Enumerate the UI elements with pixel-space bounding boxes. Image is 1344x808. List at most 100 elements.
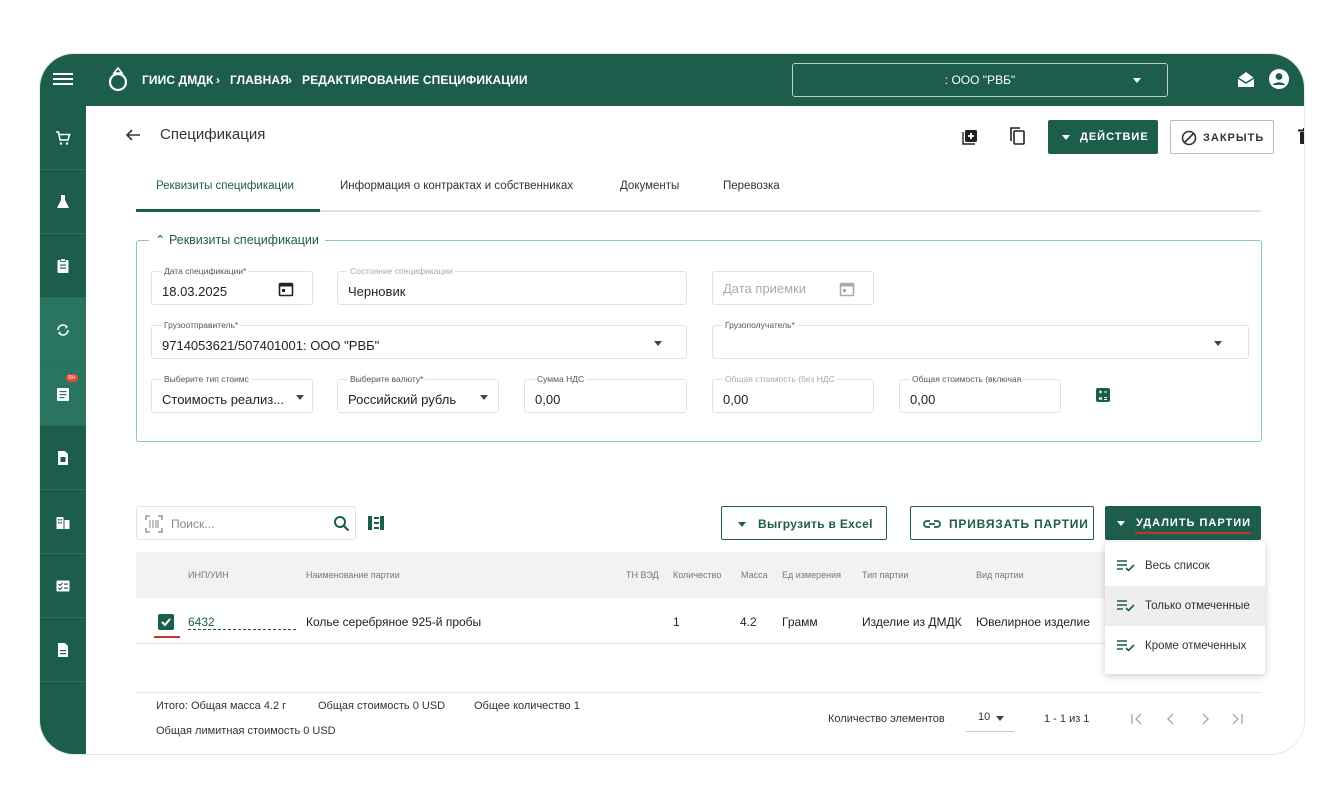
cart-icon bbox=[56, 131, 71, 145]
list-check-icon bbox=[1117, 640, 1135, 652]
sidebar-item-lab[interactable] bbox=[40, 170, 86, 234]
calendar-icon[interactable] bbox=[278, 281, 294, 297]
sidebar-item-document[interactable] bbox=[40, 426, 86, 490]
sidebar-item-specifications[interactable]: 99+ bbox=[40, 362, 86, 426]
mail-open-icon[interactable] bbox=[1236, 70, 1256, 90]
currency-label: Выберите валюту* bbox=[348, 374, 426, 384]
footer-limit-cost: Общая лимитная стоимость 0 USD bbox=[156, 725, 336, 737]
accept-date-field[interactable]: Дата приемки bbox=[712, 271, 874, 305]
search-icon[interactable] bbox=[333, 515, 350, 532]
first-page-icon[interactable] bbox=[1130, 712, 1144, 726]
col-header-tnved[interactable]: ТН ВЭД bbox=[626, 570, 659, 580]
cell-mass: 4.2 bbox=[740, 615, 757, 629]
notification-badge: 99+ bbox=[66, 374, 78, 382]
col-header-kind[interactable]: Вид партии bbox=[976, 570, 1024, 580]
shipper-value: 9714053621/507401001: ООО "РВБ" bbox=[162, 338, 380, 353]
col-header-inp[interactable]: ИНП/УИН bbox=[188, 570, 229, 580]
sync-icon bbox=[57, 324, 69, 336]
trash-icon[interactable] bbox=[1298, 128, 1304, 145]
top-bar: ГИИС ДМДК › ГЛАВНАЯ › РЕДАКТИРОВАНИЕ СПЕ… bbox=[40, 54, 1304, 106]
caret-down-icon bbox=[1062, 135, 1070, 140]
row-checkbox[interactable] bbox=[158, 614, 174, 630]
caret-down-icon bbox=[1214, 341, 1222, 346]
caret-down-icon bbox=[738, 522, 746, 527]
action-button[interactable]: ДЕЙСТВИЕ bbox=[1048, 120, 1158, 154]
col-header-mass[interactable]: Масса bbox=[741, 570, 768, 580]
cost-type-value: Стоимость реализ... bbox=[162, 392, 285, 407]
last-page-icon[interactable] bbox=[1230, 712, 1244, 726]
breadcrumb-current: РЕДАКТИРОВАНИЕ СПЕЦИФИКАЦИИ bbox=[302, 73, 528, 87]
shipper-select[interactable]: Грузоотправитель* 9714053621/507401001: … bbox=[151, 320, 687, 359]
currency-select[interactable]: Выберите валюту* Российский рубль bbox=[337, 374, 499, 413]
cost-type-label: Выберите тип стоимс bbox=[162, 374, 251, 384]
page-size-value: 10 bbox=[978, 711, 991, 723]
page-size-label: Количество элементов bbox=[828, 713, 945, 725]
page-size-select[interactable]: 10 bbox=[966, 704, 1014, 732]
col-header-type[interactable]: Тип партии bbox=[862, 570, 908, 580]
col-header-name[interactable]: Наименование партии bbox=[306, 570, 400, 580]
sidebar-item-buildings[interactable] bbox=[40, 490, 86, 554]
cell-inp-link[interactable]: 6432 bbox=[188, 615, 296, 630]
sidebar-item-clipboard[interactable] bbox=[40, 234, 86, 298]
breadcrumb-home[interactable]: ГЛАВНАЯ bbox=[230, 73, 289, 87]
sidebar-item-report[interactable] bbox=[40, 618, 86, 682]
menu-item-except-checked[interactable]: Кроме отмеченных bbox=[1105, 626, 1265, 666]
document-list-icon bbox=[57, 388, 69, 401]
accept-date-placeholder: Дата приемки bbox=[723, 281, 807, 296]
delete-batches-label: УДАЛИТЬ ПАРТИИ bbox=[1136, 517, 1252, 529]
add-copy-icon[interactable] bbox=[962, 127, 980, 145]
menu-icon[interactable] bbox=[53, 70, 73, 90]
column-settings-icon[interactable] bbox=[368, 516, 384, 530]
col-header-unit[interactable]: Ед измерения bbox=[782, 570, 841, 580]
tab-documents[interactable]: Документы bbox=[620, 180, 679, 192]
search-placeholder: Поиск... bbox=[171, 517, 215, 531]
block-icon bbox=[1181, 130, 1197, 146]
flask-icon bbox=[57, 195, 69, 208]
breadcrumb-root[interactable]: ГИИС ДМДК bbox=[142, 73, 213, 87]
menu-item-all-list[interactable]: Весь список bbox=[1105, 546, 1265, 586]
footer-total-mass: Итого: Общая масса 4.2 г bbox=[156, 700, 287, 712]
next-page-icon[interactable] bbox=[1198, 712, 1212, 726]
cell-kind: Ювелирное изделие bbox=[976, 615, 1090, 629]
col-header-qty[interactable]: Количество bbox=[673, 570, 721, 580]
consignee-select[interactable]: Грузополучатель* bbox=[712, 320, 1249, 359]
account-icon[interactable] bbox=[1268, 68, 1290, 90]
caret-down-icon bbox=[480, 395, 488, 400]
chevron-down-icon bbox=[1133, 78, 1141, 83]
total-with-vat-value: 0,00 bbox=[910, 392, 936, 407]
table-row[interactable]: 6432 Колье серебряное 925-й пробы 1 4.2 … bbox=[136, 598, 1261, 644]
caret-down-icon bbox=[996, 716, 1004, 721]
total-no-vat-value: 0,00 bbox=[723, 392, 749, 407]
export-excel-button[interactable]: Выгрузить в Excel bbox=[721, 506, 887, 540]
buildings-icon bbox=[56, 517, 70, 529]
total-with-vat-field[interactable]: Общая стоимость (включая 0,00 bbox=[899, 374, 1061, 413]
bind-batches-button[interactable]: ПРИВЯЗАТЬ ПАРТИИ bbox=[910, 506, 1094, 540]
calendar-icon[interactable] bbox=[839, 281, 855, 297]
footer-total-qty: Общее количество 1 bbox=[474, 700, 580, 712]
tab-transport[interactable]: Перевозка bbox=[723, 180, 780, 192]
menu-item-label: Только отмеченные bbox=[1145, 600, 1250, 612]
sidebar-item-checklist[interactable] bbox=[40, 554, 86, 618]
barcode-scan-icon[interactable] bbox=[145, 515, 163, 533]
search-input[interactable]: Поиск... bbox=[136, 506, 356, 540]
vat-sum-field[interactable]: Сумма НДС 0,00 bbox=[524, 374, 687, 413]
cost-type-select[interactable]: Выберите тип стоимс Стоимость реализ... bbox=[151, 374, 313, 413]
cell-qty: 1 bbox=[673, 615, 680, 629]
back-arrow-icon[interactable] bbox=[124, 126, 142, 144]
tab-spec-details[interactable]: Реквизиты спецификации bbox=[156, 180, 294, 192]
section-legend[interactable]: ⌃ Реквизиты спецификации bbox=[149, 232, 325, 247]
delete-batches-button[interactable]: УДАЛИТЬ ПАРТИИ bbox=[1105, 506, 1261, 540]
sidebar-item-sync[interactable] bbox=[40, 298, 86, 362]
sidebar-item-cart[interactable] bbox=[40, 106, 86, 170]
tab-contracts-owners[interactable]: Информация о контрактах и собственниках bbox=[340, 180, 573, 192]
prev-page-icon[interactable] bbox=[1164, 712, 1178, 726]
organization-select[interactable]: : ООО "РВБ" bbox=[792, 63, 1168, 97]
total-no-vat-label: Общая стоимость (без НДС bbox=[723, 374, 837, 384]
menu-item-only-checked[interactable]: Только отмеченные bbox=[1105, 586, 1265, 626]
calculator-icon[interactable] bbox=[1095, 387, 1111, 403]
copy-icon[interactable] bbox=[1008, 126, 1026, 146]
spec-date-field[interactable]: Дата спецификации* 18.03.2025 bbox=[151, 266, 313, 305]
close-button[interactable]: ЗАКРЫТЬ bbox=[1170, 120, 1274, 154]
ring-logo-icon[interactable] bbox=[106, 64, 132, 94]
close-button-label: ЗАКРЫТЬ bbox=[1203, 132, 1265, 144]
